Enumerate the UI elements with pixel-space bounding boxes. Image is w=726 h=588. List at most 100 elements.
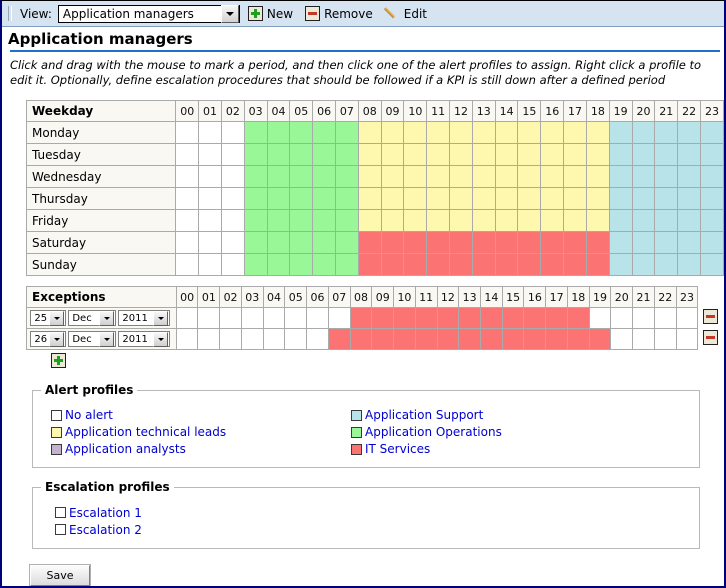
weekday-cell[interactable] bbox=[563, 231, 587, 254]
weekday-cell[interactable] bbox=[699, 187, 724, 210]
weekday-cell[interactable] bbox=[699, 209, 724, 232]
weekday-cell[interactable] bbox=[471, 143, 496, 166]
weekday-cell[interactable] bbox=[334, 231, 359, 254]
weekday-cell[interactable] bbox=[380, 165, 405, 188]
exception-cell[interactable] bbox=[523, 328, 547, 350]
weekday-cell[interactable] bbox=[677, 209, 701, 232]
weekday-cell[interactable] bbox=[312, 253, 336, 276]
weekday-cell[interactable] bbox=[585, 121, 610, 144]
weekday-cell[interactable] bbox=[403, 143, 428, 166]
weekday-cell[interactable] bbox=[380, 143, 405, 166]
weekday-cell[interactable] bbox=[357, 143, 382, 166]
weekday-cell[interactable] bbox=[266, 187, 291, 210]
weekday-cell[interactable] bbox=[608, 143, 633, 166]
weekday-cell[interactable] bbox=[380, 121, 405, 144]
weekday-cell[interactable] bbox=[380, 253, 405, 276]
weekday-cell[interactable] bbox=[517, 231, 542, 254]
weekday-cell[interactable] bbox=[243, 231, 268, 254]
weekday-cell[interactable] bbox=[677, 231, 701, 254]
weekday-cell[interactable] bbox=[312, 121, 336, 144]
weekday-cell[interactable] bbox=[563, 187, 587, 210]
weekday-cell[interactable] bbox=[426, 121, 451, 144]
weekday-cell[interactable] bbox=[608, 187, 633, 210]
exception-month-select[interactable]: Dec bbox=[68, 331, 117, 347]
weekday-cell[interactable] bbox=[403, 209, 428, 232]
weekday-cell[interactable] bbox=[449, 165, 473, 188]
exception-cell[interactable] bbox=[480, 307, 503, 329]
weekday-cell[interactable] bbox=[494, 121, 519, 144]
weekday-cell[interactable] bbox=[654, 143, 679, 166]
weekday-cell[interactable] bbox=[334, 253, 359, 276]
weekday-cell[interactable] bbox=[243, 253, 268, 276]
chevron-down-icon[interactable] bbox=[153, 310, 169, 326]
weekday-cell[interactable] bbox=[312, 209, 336, 232]
weekday-cell[interactable] bbox=[677, 121, 701, 144]
weekday-cell[interactable] bbox=[380, 187, 405, 210]
weekday-cell[interactable] bbox=[654, 165, 679, 188]
weekday-cell[interactable] bbox=[243, 143, 268, 166]
weekday-cell[interactable] bbox=[403, 165, 428, 188]
weekday-cell[interactable] bbox=[380, 231, 405, 254]
save-button[interactable]: Save bbox=[29, 564, 91, 586]
weekday-cell[interactable] bbox=[540, 143, 565, 166]
exception-cell[interactable] bbox=[588, 307, 612, 329]
weekday-cell[interactable] bbox=[699, 143, 724, 166]
alert-profile-swatch[interactable] bbox=[351, 426, 362, 438]
weekday-cell[interactable] bbox=[654, 209, 679, 232]
weekday-cell[interactable] bbox=[517, 253, 542, 276]
weekday-cell[interactable] bbox=[220, 253, 245, 276]
weekday-cell[interactable] bbox=[198, 143, 222, 166]
weekday-cell[interactable] bbox=[289, 143, 314, 166]
weekday-cell[interactable] bbox=[334, 165, 359, 188]
weekday-cell[interactable] bbox=[266, 165, 291, 188]
alert-profile-item[interactable]: Application analysts bbox=[51, 441, 351, 457]
exception-cell[interactable] bbox=[588, 328, 612, 350]
weekday-cell[interactable] bbox=[334, 187, 359, 210]
weekday-cell[interactable] bbox=[220, 231, 245, 254]
exception-cell[interactable] bbox=[675, 307, 699, 329]
weekday-cell[interactable] bbox=[289, 209, 314, 232]
weekday-cell[interactable] bbox=[334, 209, 359, 232]
exception-cell[interactable] bbox=[306, 307, 329, 329]
weekday-cell[interactable] bbox=[540, 209, 565, 232]
weekday-cell[interactable] bbox=[220, 209, 245, 232]
weekday-cell[interactable] bbox=[175, 143, 200, 166]
weekday-cell[interactable] bbox=[517, 121, 542, 144]
view-select[interactable]: Application managers bbox=[57, 4, 240, 23]
exception-cell[interactable] bbox=[501, 307, 525, 329]
weekday-cell[interactable] bbox=[677, 143, 701, 166]
weekday-cell[interactable] bbox=[585, 209, 610, 232]
exception-cell[interactable] bbox=[545, 328, 568, 350]
weekday-cell[interactable] bbox=[312, 187, 336, 210]
weekday-cell[interactable] bbox=[426, 253, 451, 276]
weekday-schedule-table[interactable]: Weekday 00 01 02 03 04 05 06 07 08 09 10 11 12 13 14 15… bbox=[25, 100, 724, 276]
alert-profile-swatch[interactable] bbox=[351, 443, 362, 455]
weekday-cell[interactable] bbox=[494, 209, 519, 232]
exception-cell[interactable] bbox=[545, 307, 568, 329]
exception-cell[interactable] bbox=[566, 307, 590, 329]
weekday-cell[interactable] bbox=[266, 143, 291, 166]
weekday-cell[interactable] bbox=[585, 165, 610, 188]
weekday-cell[interactable] bbox=[540, 121, 565, 144]
weekday-cell[interactable] bbox=[175, 209, 200, 232]
exception-cell[interactable] bbox=[349, 328, 373, 350]
weekday-cell[interactable] bbox=[631, 165, 656, 188]
weekday-cell[interactable] bbox=[471, 231, 496, 254]
exception-cell[interactable] bbox=[175, 307, 199, 329]
alert-profile-swatch[interactable] bbox=[51, 409, 62, 421]
weekday-cell[interactable] bbox=[494, 143, 519, 166]
add-exception-button[interactable] bbox=[51, 353, 66, 368]
weekday-cell[interactable] bbox=[471, 165, 496, 188]
escalation-profile-item[interactable]: Escalation 2 bbox=[55, 521, 699, 538]
weekday-cell[interactable] bbox=[449, 187, 473, 210]
weekday-cell[interactable] bbox=[699, 121, 724, 144]
weekday-cell[interactable] bbox=[471, 187, 496, 210]
weekday-cell[interactable] bbox=[243, 165, 268, 188]
exception-cell[interactable] bbox=[219, 328, 242, 350]
weekday-cell[interactable] bbox=[357, 165, 382, 188]
weekday-cell[interactable] bbox=[426, 143, 451, 166]
weekday-cell[interactable] bbox=[677, 165, 701, 188]
alert-profile-item[interactable]: No alert bbox=[51, 407, 351, 423]
edit-button[interactable]: Edit bbox=[385, 6, 427, 21]
weekday-cell[interactable] bbox=[517, 187, 542, 210]
